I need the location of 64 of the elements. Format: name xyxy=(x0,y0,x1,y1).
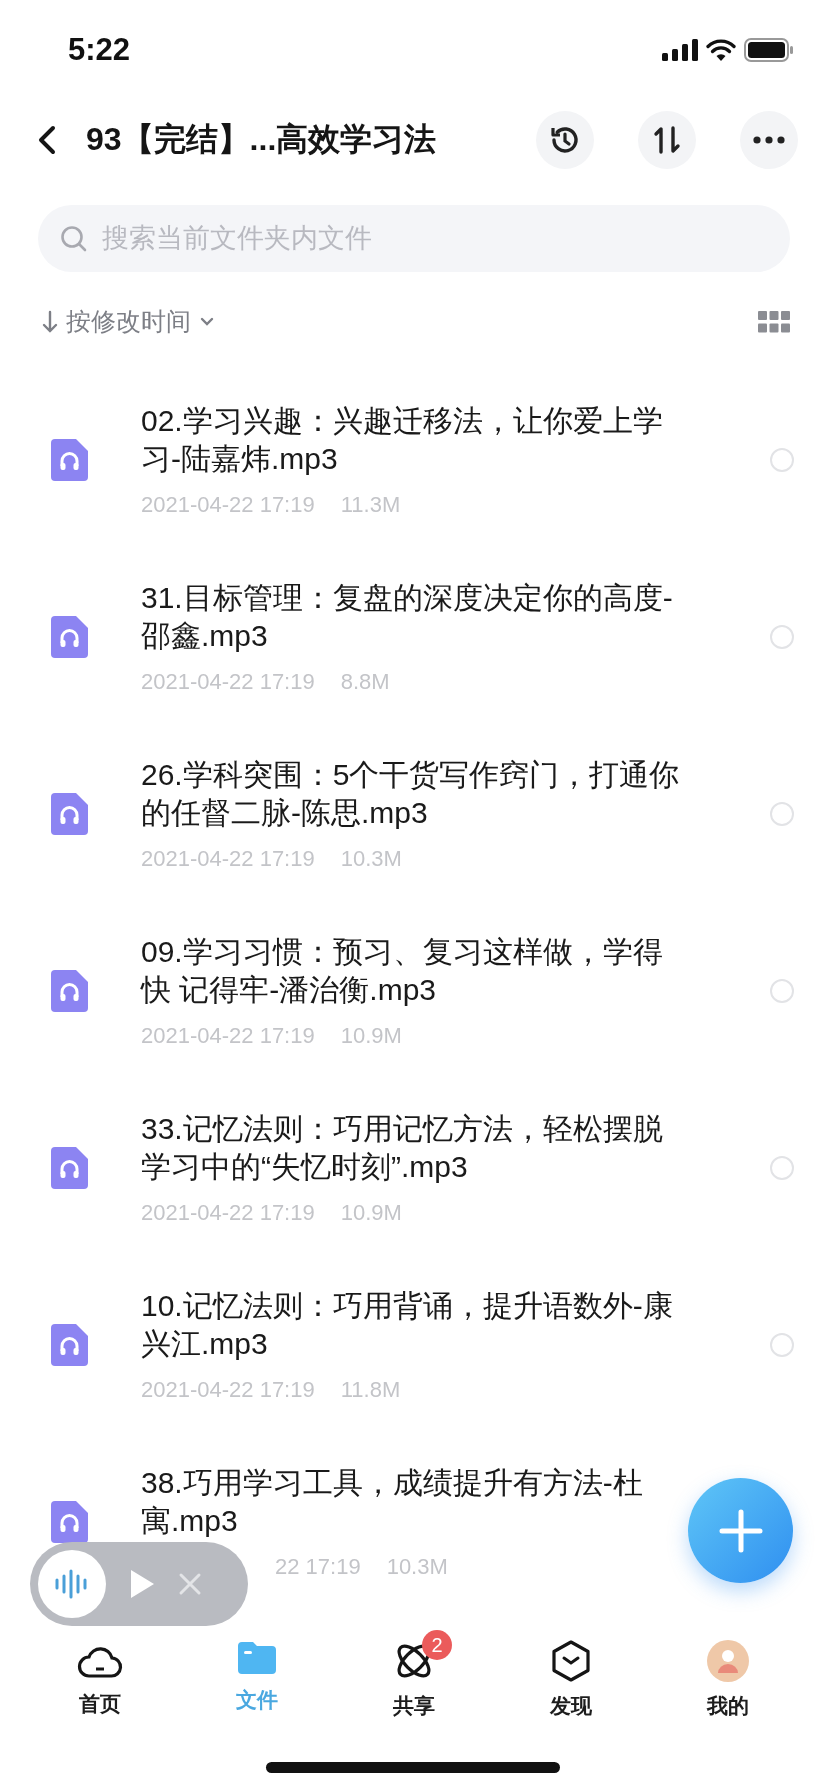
wifi-icon xyxy=(706,39,736,61)
search-input[interactable]: 搜索当前文件夹内文件 xyxy=(100,222,790,255)
audio-file-icon xyxy=(51,1146,88,1189)
file-size: 11.3M xyxy=(340,491,401,518)
audio-file-icon xyxy=(51,969,88,1012)
close-button[interactable] xyxy=(178,1572,202,1596)
file-size: 10.3M xyxy=(340,845,402,872)
audio-file-icon xyxy=(51,615,88,658)
file-size: 10.3M xyxy=(386,1553,448,1580)
file-size: 8.8M xyxy=(340,668,390,695)
grid-view-icon[interactable] xyxy=(758,310,790,333)
add-button[interactable] xyxy=(688,1478,793,1583)
avatar-icon xyxy=(706,1640,749,1682)
select-radio[interactable] xyxy=(770,447,794,472)
file-name: 26.学科突围：5个干货写作窍门，打通你的任督二脉-陈思.mp3 xyxy=(141,756,681,831)
folder-icon xyxy=(236,1640,279,1676)
more-icon xyxy=(753,136,785,144)
file-date: 2021-04-22 17:19 xyxy=(141,491,315,518)
file-date: 2021-04-22 17:19 xyxy=(141,1022,315,1049)
file-size: 10.9M xyxy=(340,1022,402,1049)
file-name: 33.记忆法则：巧用记忆方法，轻松摆脱学习中的“失忆时刻”.mp3 xyxy=(141,1110,664,1185)
up-down-arrows-icon xyxy=(652,126,682,154)
file-name: 38.巧用学习工具，成绩提升有方法-杜寓.mp3 xyxy=(141,1464,644,1539)
waveform-icon xyxy=(54,1569,90,1599)
file-date: 2021-04-22 17:19 xyxy=(141,845,315,872)
search-field[interactable]: 搜索当前文件夹内文件 xyxy=(38,205,790,272)
hexagon-icon xyxy=(550,1640,591,1682)
notification-badge: 2 xyxy=(422,1630,452,1660)
status-time: 5:22 xyxy=(68,32,131,68)
select-radio[interactable] xyxy=(770,1155,794,1180)
waveform-button[interactable] xyxy=(38,1550,106,1618)
file-date: 2021-04-22 17:19 xyxy=(141,1199,315,1226)
tab-bar-item[interactable]: 首页 xyxy=(40,1630,161,1730)
select-radio[interactable] xyxy=(770,624,794,649)
file-name: 02.学习兴趣：兴趣迁移法，让你爱上学习-陆嘉炜.mp3 xyxy=(141,402,664,477)
file-size: 11.8M xyxy=(340,1376,401,1403)
file-size: 10.9M xyxy=(340,1199,402,1226)
play-button[interactable] xyxy=(128,1568,156,1600)
file-date: 2021-04-22 17:19 xyxy=(141,668,315,695)
select-radio[interactable] xyxy=(770,978,794,1003)
down-arrow-icon xyxy=(42,309,58,334)
select-radio[interactable] xyxy=(770,801,794,826)
audio-file-icon xyxy=(51,1323,88,1366)
audio-file-icon xyxy=(51,792,88,835)
sort-dropdown[interactable]: 按修改时间 xyxy=(42,305,215,338)
file-date: 22 17:19 xyxy=(275,1553,361,1580)
tab-bar-item[interactable]: 2 共享 xyxy=(354,1630,474,1730)
signal-icon xyxy=(662,39,698,61)
audio-file-icon xyxy=(51,438,88,481)
plus-icon xyxy=(718,1508,763,1553)
back-button[interactable] xyxy=(36,125,58,155)
file-name: 09.学习习惯：预习、复习这样做，学得快 记得牢-潘治衡.mp3 xyxy=(141,933,664,1008)
chevron-down-icon xyxy=(199,315,215,328)
file-date: 2021-04-22 17:19 xyxy=(141,1376,315,1403)
search-icon xyxy=(60,224,88,253)
folder-title: 93【完结】...高效学习法 xyxy=(86,120,438,159)
battery-icon xyxy=(744,38,794,62)
history-icon xyxy=(549,124,581,156)
audio-file-icon xyxy=(51,1500,88,1543)
tab-bar-item[interactable]: 发现 xyxy=(510,1630,631,1730)
select-radio[interactable] xyxy=(770,1332,794,1357)
file-name: 10.记忆法则：巧用背诵，提升语数外-康兴江.mp3 xyxy=(141,1287,674,1362)
tab-bar-item[interactable]: 我的 xyxy=(667,1630,788,1730)
file-name: 31.目标管理：复盘的深度决定你的高度-邵鑫.mp3 xyxy=(141,579,674,654)
